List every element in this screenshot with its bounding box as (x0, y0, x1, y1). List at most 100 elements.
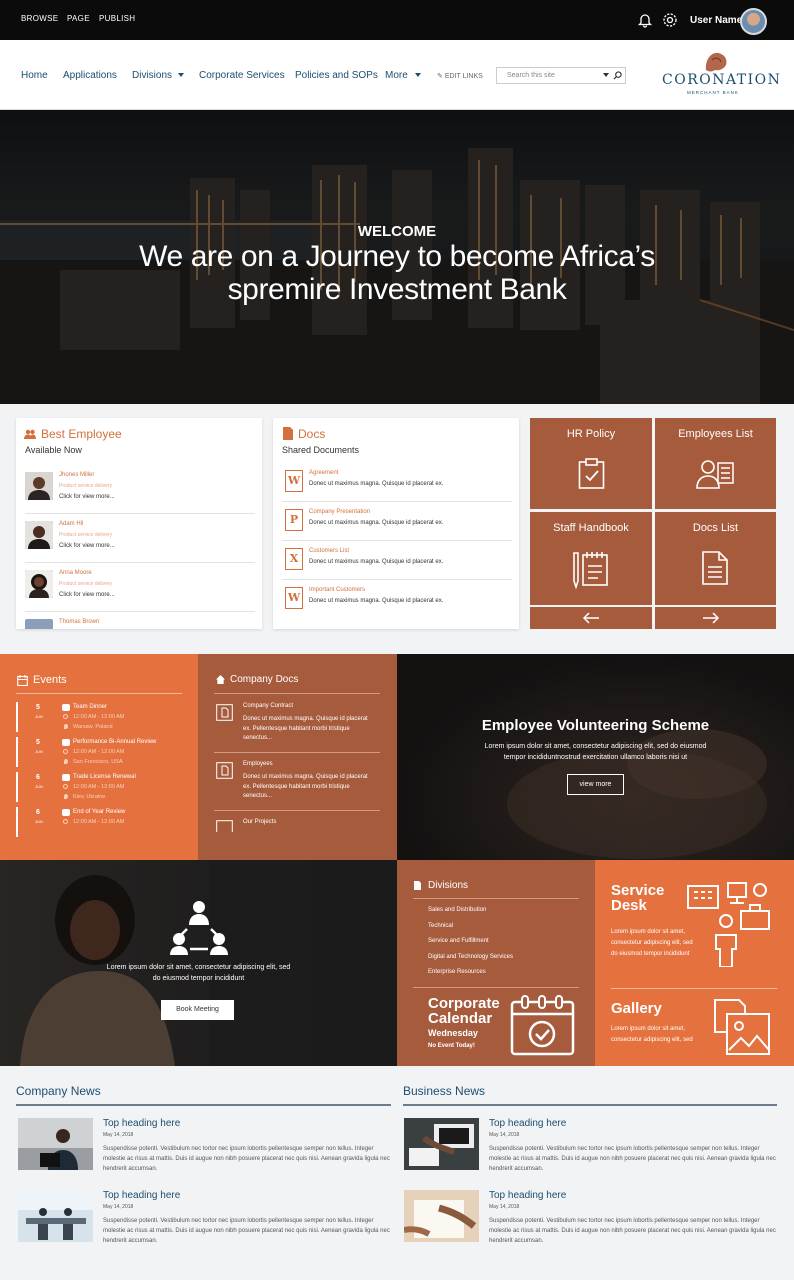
employee-name[interactable]: Adam Hil (59, 521, 83, 527)
division-link[interactable]: Technical (428, 923, 453, 929)
event-item[interactable]: 6 JUN Trade License Renewal 12:00 AM - 12:0… (16, 772, 182, 806)
employee-name[interactable]: Thomas Brown (59, 619, 99, 625)
document-item[interactable]: W Important Customers Donec ut maximus m… (282, 581, 512, 619)
nav-corporate-services[interactable]: Corporate Services (199, 70, 285, 81)
document-name[interactable]: Company Presentation (309, 509, 370, 515)
gear-icon[interactable] (662, 12, 678, 28)
view-more-link[interactable]: Click for view more... (59, 494, 115, 500)
service-desk-link[interactable]: Service Desk Lorem ipsum dolor sit amet,… (595, 860, 794, 988)
nav-policies[interactable]: Policies and SOPs (295, 70, 378, 81)
calendar-icon (62, 809, 70, 816)
event-name[interactable]: Trade License Renewal (73, 774, 136, 780)
view-more-link[interactable]: Click for view more... (59, 592, 115, 598)
nav-applications[interactable]: Applications (63, 70, 117, 81)
hero-heading-line2: spremire Investment Bank (227, 273, 567, 306)
calendar-title-2: Calendar (428, 1010, 493, 1027)
event-time: 12:00 AM - 12:00 AM (73, 819, 125, 825)
employee-name[interactable]: Anna Moore (59, 570, 92, 576)
company-doc-item[interactable]: Company Contract Donec ut maximus magna.… (214, 702, 380, 753)
employee-item[interactable]: Adam Hil Product service delivery Click … (25, 515, 255, 563)
division-link[interactable]: Sales and Distribution (428, 907, 486, 913)
document-desc: Donec ut maximus magna. Quisque id place… (309, 559, 444, 565)
news-date: May 14, 2018 (489, 1204, 520, 1210)
news-article[interactable]: Top heading here May 14, 2018 Suspendiss… (18, 1118, 393, 1178)
calendar-icon (17, 675, 28, 686)
excel-file-icon: X (285, 548, 303, 570)
event-item[interactable]: 5 JUN Team Dinner 12:00 AM - 12:00 AM Warsaw… (16, 702, 182, 736)
employee-item[interactable]: Thomas Brown (25, 613, 255, 629)
user-name[interactable]: User Name (690, 15, 742, 26)
event-name[interactable]: Team Dinner (73, 704, 107, 710)
corporate-calendar-link[interactable]: Corporate Calendar Wednesday No Event To… (397, 988, 595, 1066)
company-doc-name[interactable]: Employees (243, 761, 273, 767)
gallery-link[interactable]: Gallery Lorem ipsum dolor sit amet, cons… (595, 989, 794, 1066)
company-doc-name[interactable]: Our Projects (243, 819, 276, 825)
clock-icon (63, 784, 68, 789)
event-item[interactable]: 6 JUN End of Year Review 12:00 AM - 12:00 A… (16, 807, 182, 841)
company-docs-panel: Company Docs Company Contract Donec ut m… (198, 654, 397, 860)
prev-button[interactable] (530, 607, 652, 629)
tile-hr-policy[interactable]: HR Policy (530, 418, 652, 509)
edit-links[interactable]: ✎ EDIT LINKS (437, 72, 483, 80)
nav-divisions[interactable]: Divisions (132, 70, 172, 81)
office-people-image (0, 860, 397, 1066)
news-heading[interactable]: Top heading here (103, 1190, 180, 1201)
page-link[interactable]: PAGE (67, 14, 90, 23)
chevron-down-icon[interactable] (603, 73, 609, 77)
document-name[interactable]: Agreement (309, 470, 338, 476)
chevron-down-icon[interactable] (178, 73, 184, 77)
bell-icon[interactable] (637, 12, 653, 28)
event-place: Kiev, Ukraine (73, 794, 106, 800)
book-meeting-button[interactable]: Book Meeting (161, 1000, 234, 1020)
news-article[interactable]: Top heading here May 14, 2018 Suspendiss… (404, 1190, 779, 1250)
employee-item[interactable]: Jhones Miller Product service delivery C… (25, 466, 255, 514)
tile-employees-list[interactable]: Employees List (655, 418, 776, 509)
document-icon (283, 427, 293, 440)
search-icon[interactable] (613, 71, 622, 80)
employee-photo (25, 521, 53, 549)
employee-item[interactable]: Anna Moore Product service delivery Clic… (25, 564, 255, 612)
meeting-text-1: Lorem ipsum dolor sit amet, consectetur … (106, 964, 291, 971)
view-more-link[interactable]: Click for view more... (59, 543, 115, 549)
team-meeting-icon (170, 901, 228, 955)
briefcase-icon (62, 774, 70, 781)
publish-link[interactable]: PUBLISH (99, 14, 135, 23)
tile-staff-handbook[interactable]: Staff Handbook (530, 512, 652, 605)
news-heading[interactable]: Top heading here (489, 1190, 566, 1201)
document-name[interactable]: Customers List (309, 548, 349, 554)
document-name[interactable]: Important Customers (309, 587, 365, 593)
company-doc-item[interactable]: Employees Donec ut maximus magna. Quisqu… (214, 760, 380, 811)
tile-label: Docs List (692, 522, 739, 534)
view-more-button[interactable]: view more (567, 774, 624, 795)
division-link[interactable]: Digital and Technology Services (428, 954, 513, 960)
division-link[interactable]: Enterprise Resources (428, 969, 486, 975)
division-link[interactable]: Service and Fulfillment (428, 938, 489, 944)
employee-name[interactable]: Jhones Miller (59, 472, 94, 478)
volunteering-title: Employee Volunteering Scheme (481, 717, 710, 734)
avatar[interactable] (740, 8, 767, 35)
document-item[interactable]: P Company Presentation Donec ut maximus … (282, 503, 512, 541)
event-item[interactable]: 5 JUN Performance Bi-Annual Review 12:00 AM… (16, 737, 182, 771)
nav-more[interactable]: More (385, 70, 408, 81)
file-lines-icon (702, 551, 728, 585)
chevron-down-icon[interactable] (415, 73, 421, 77)
coronation-logo[interactable]: CORONATION MERCHANT BANK (662, 50, 780, 100)
event-name[interactable]: Performance Bi-Annual Review (73, 739, 156, 745)
company-doc-name[interactable]: Company Contract (243, 703, 293, 709)
news-article[interactable]: Top heading here May 14, 2018 Suspendiss… (18, 1190, 393, 1250)
document-item[interactable]: W Agreement Donec ut maximus magna. Quis… (282, 464, 512, 502)
tile-docs-list[interactable]: Docs List (655, 512, 776, 605)
document-item[interactable]: X Customers List Donec ut maximus magna.… (282, 542, 512, 580)
company-doc-item[interactable]: Our Projects (214, 818, 380, 832)
nav-home[interactable]: Home (21, 70, 48, 81)
handbook-icon (573, 552, 608, 590)
event-name[interactable]: End of Year Review (73, 809, 125, 815)
employee-photo (25, 619, 53, 629)
browse-link[interactable]: BROWSE (21, 14, 58, 23)
news-heading[interactable]: Top heading here (103, 1118, 180, 1129)
news-heading[interactable]: Top heading here (489, 1118, 566, 1129)
news-article[interactable]: Top heading here May 14, 2018 Suspendiss… (404, 1118, 779, 1178)
next-button[interactable] (655, 607, 776, 629)
search-input[interactable]: Search this site (496, 67, 626, 84)
users-icon (62, 704, 70, 711)
